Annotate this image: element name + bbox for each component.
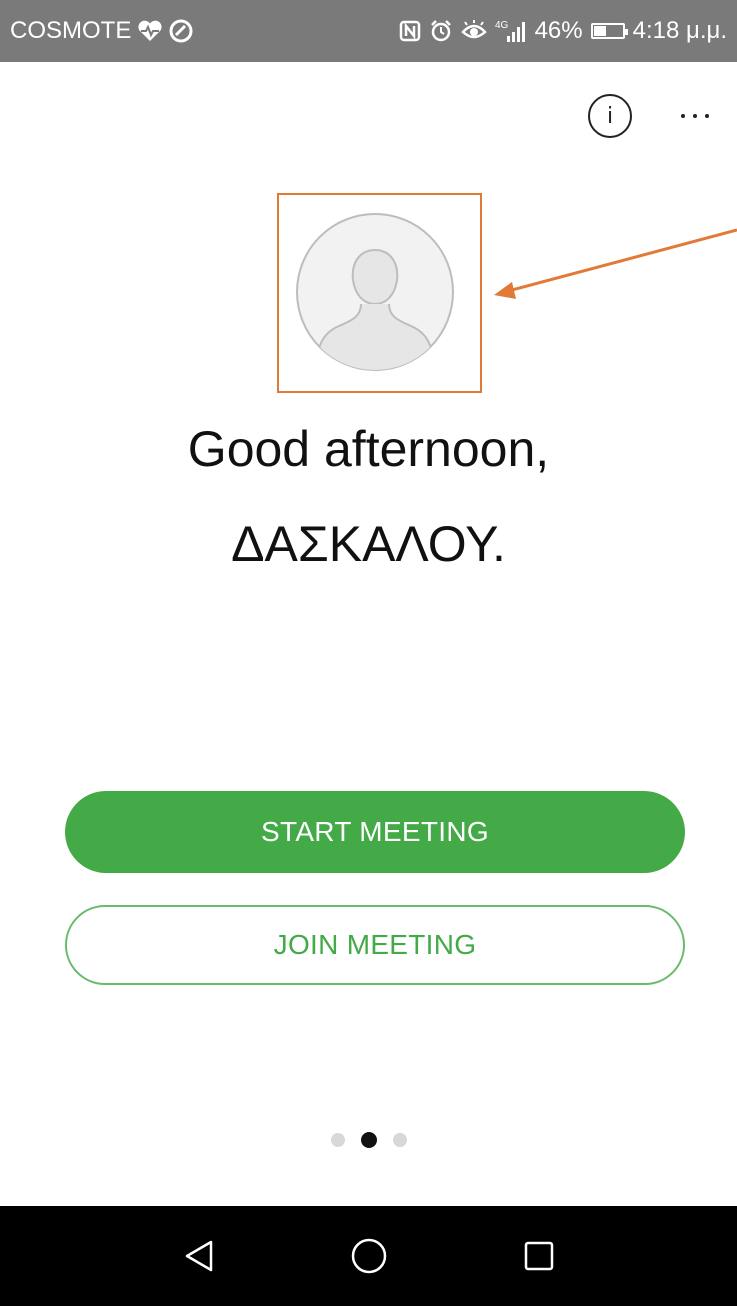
nfc-icon bbox=[399, 20, 421, 42]
more-options-button[interactable] bbox=[670, 96, 720, 136]
network-type-label: 4G bbox=[495, 20, 509, 31]
home-icon bbox=[351, 1238, 386, 1274]
battery-fill bbox=[593, 26, 606, 36]
page-dot-active bbox=[360, 1132, 377, 1148]
page-dot bbox=[330, 1133, 345, 1147]
page-indicator bbox=[0, 1130, 737, 1150]
page-dot bbox=[392, 1133, 407, 1147]
eye-icon bbox=[460, 20, 487, 42]
heart-icon bbox=[137, 20, 163, 42]
system-nav-bar bbox=[0, 1206, 737, 1306]
info-icon: i bbox=[606, 103, 614, 129]
zoom-home-screen: COSMOTE 4G 46% 4:18 μ.μ. i Good afternoo… bbox=[0, 0, 737, 1306]
status-bar: COSMOTE 4G 46% 4:18 μ.μ. bbox=[0, 0, 737, 62]
signal-icon: 4G bbox=[495, 18, 527, 44]
recents-icon bbox=[524, 1241, 553, 1271]
status-left: COSMOTE bbox=[10, 0, 193, 62]
clock: 4:18 μ.μ. bbox=[632, 17, 727, 44]
annotation-arrow bbox=[494, 228, 737, 299]
recents-button[interactable] bbox=[514, 1231, 564, 1281]
start-meeting-label: START MEETING bbox=[261, 816, 489, 847]
greeting-user-name: ΔΑΣΚΑΛΟΥ. bbox=[231, 516, 506, 572]
back-icon bbox=[185, 1240, 212, 1272]
status-right: 4G 46% 4:18 μ.μ. bbox=[399, 0, 727, 62]
join-meeting-button[interactable]: JOIN MEETING bbox=[65, 905, 685, 985]
start-meeting-button[interactable]: START MEETING bbox=[65, 791, 685, 873]
info-button[interactable]: i bbox=[588, 94, 632, 138]
battery-percent: 46% bbox=[534, 17, 583, 44]
greeting-line-1: Good afternoon, bbox=[187, 421, 550, 477]
carrier-name: COSMOTE bbox=[10, 17, 132, 44]
home-button[interactable] bbox=[344, 1231, 394, 1281]
back-button[interactable] bbox=[174, 1231, 224, 1281]
battery-icon bbox=[590, 23, 628, 39]
sync-icon bbox=[169, 19, 193, 43]
avatar[interactable] bbox=[295, 212, 455, 372]
more-horizontal-icon bbox=[681, 114, 685, 118]
alarm-icon bbox=[429, 19, 453, 43]
join-meeting-label: JOIN MEETING bbox=[273, 929, 477, 960]
